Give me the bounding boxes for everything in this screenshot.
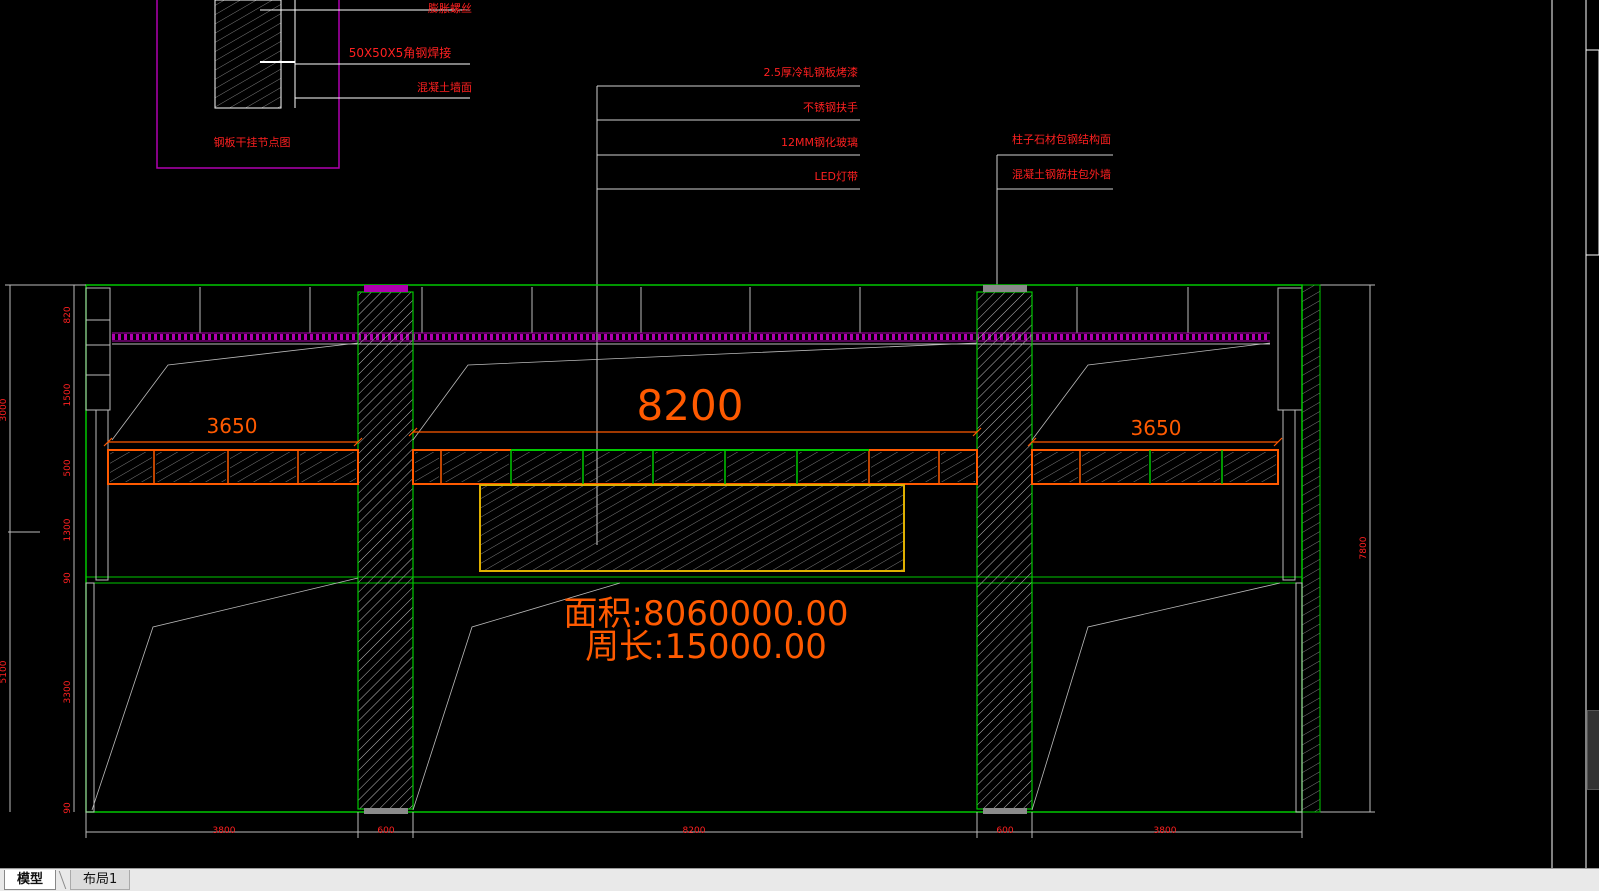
dim-bottom-2: 600 — [377, 826, 394, 836]
viewport-scroll-handle[interactable] — [1587, 710, 1599, 790]
dim-left-5: 90 — [63, 572, 73, 584]
tab-layout1[interactable]: 布局1 — [70, 870, 131, 890]
bottom-dimension: 3800 600 8200 600 3800 — [85, 812, 1303, 838]
layout-tab-bar: 模型 布局1 — [0, 868, 1599, 891]
dim-left-outer-2: 5100 — [0, 660, 9, 683]
tab-model[interactable]: 模型 — [4, 870, 57, 890]
leader-right-2: 混凝土钢筋柱包外墙 — [1012, 167, 1111, 181]
dim-bottom-3: 8200 — [683, 826, 706, 836]
leader-text-3: 12MM钢化玻璃 — [781, 135, 858, 149]
leader-text-2: 不锈钢扶手 — [803, 100, 858, 114]
column-right — [976, 291, 1033, 810]
perimeter-annotation: 周长:15000.00 — [585, 627, 827, 667]
leader-right: 柱子石材包钢结构面 混凝土钢筋柱包外墙 — [996, 132, 1113, 290]
dim-span-right: 3650 — [1131, 416, 1182, 440]
left-dimension: 820 1500 500 1300 90 3300 90 3000 5100 — [0, 285, 75, 814]
detail-label-1: 膨胀螺丝 — [428, 1, 472, 15]
dim-left-6: 3300 — [63, 680, 73, 703]
dim-left-2: 1500 — [63, 383, 73, 406]
dim-bottom-5: 3800 — [1154, 826, 1177, 836]
detail-box: 膨胀螺丝 50X50X5角钢焊接 混凝土墙面 钢板干挂节点图 — [156, 0, 472, 169]
dim-left-1: 820 — [63, 306, 73, 323]
leader-text-4: LED灯带 — [814, 170, 858, 183]
dim-bottom-4: 600 — [996, 826, 1013, 836]
detail-title: 钢板干挂节点图 — [214, 135, 291, 149]
dim-right: 7800 — [1359, 536, 1369, 559]
detail-label-2: 50X50X5角钢焊接 — [349, 45, 452, 60]
glass-panels — [107, 449, 1279, 485]
cad-model-space[interactable]: 膨胀螺丝 50X50X5角钢焊接 混凝土墙面 钢板干挂节点图 2.5厚冷轧钢板烤… — [0, 0, 1599, 868]
leader-right-1: 柱子石材包钢结构面 — [1012, 132, 1111, 146]
dim-span-left: 3650 — [207, 414, 258, 438]
dim-left-3: 500 — [63, 459, 73, 476]
center-panel — [479, 484, 905, 572]
column-left — [357, 291, 414, 810]
right-dimension: 7800 — [1359, 285, 1371, 812]
dimension-lines — [103, 427, 1283, 447]
dim-left-outer-1: 3000 — [0, 398, 9, 421]
dim-span-main: 8200 — [637, 381, 744, 430]
dim-left-4: 1300 — [63, 518, 73, 541]
dim-left-7: 90 — [63, 802, 73, 814]
dim-bottom-1: 3800 — [213, 826, 236, 836]
leader-text-1: 2.5厚冷轧钢板烤漆 — [764, 65, 859, 79]
detail-label-3: 混凝土墙面 — [417, 80, 472, 94]
